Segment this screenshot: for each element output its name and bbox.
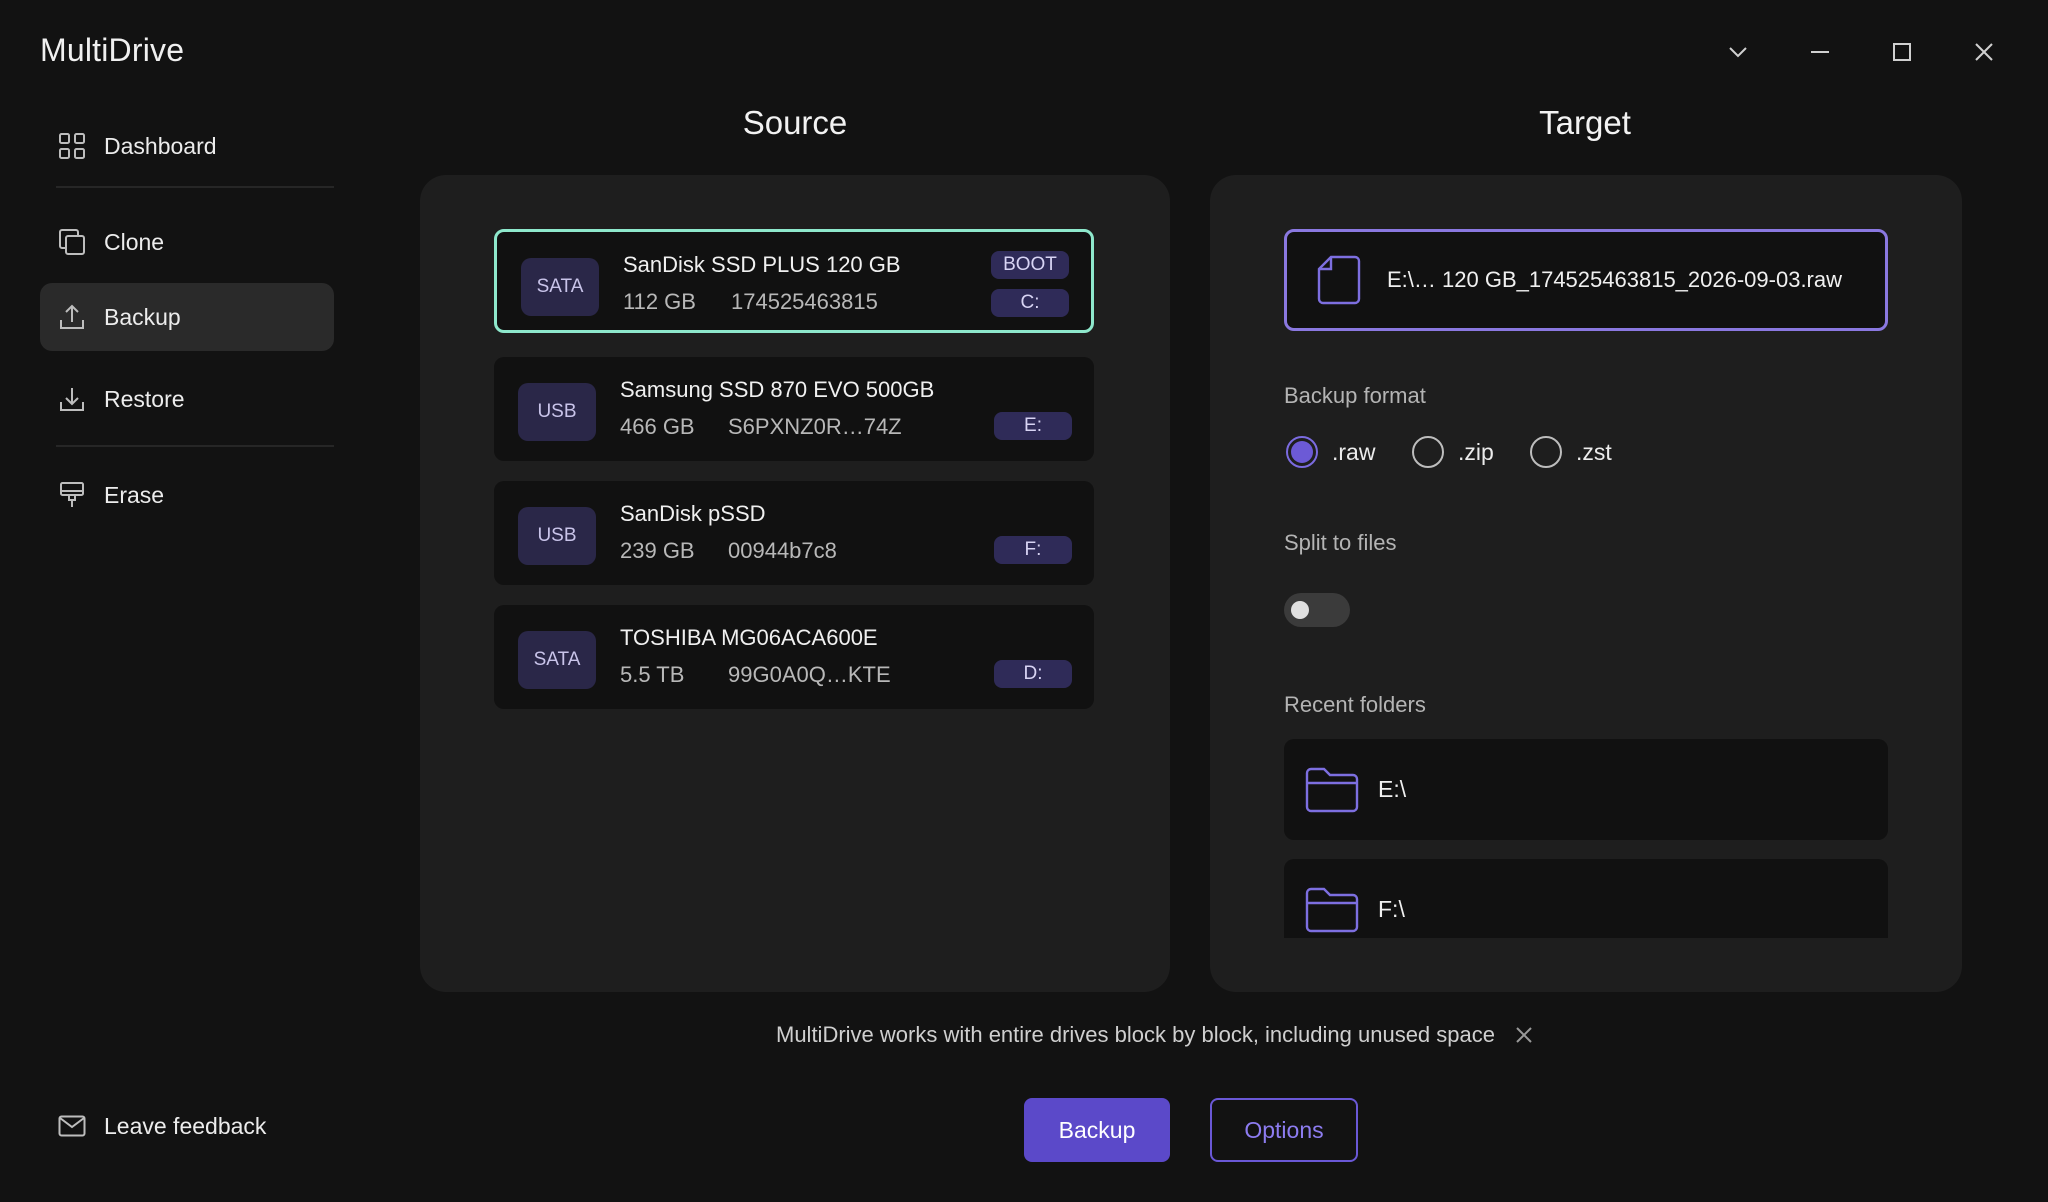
drive-size: 239 GB <box>620 538 695 563</box>
info-text: MultiDrive works with entire drives bloc… <box>776 1022 1495 1047</box>
brush-icon <box>56 479 88 511</box>
recent-folder-item[interactable]: F:\ <box>1284 859 1888 938</box>
leave-feedback-label: Leave feedback <box>104 1112 267 1139</box>
drive-size: 466 GB <box>620 414 695 439</box>
bus-badge: SATA <box>518 631 596 689</box>
drive-card[interactable]: USB Samsung SSD 870 EVO 500GB 466 GB S6P… <box>494 357 1094 461</box>
chevron-down-icon[interactable] <box>1708 28 1768 76</box>
boot-badge: BOOT <box>991 251 1069 279</box>
recent-folder-path: F:\ <box>1378 896 1405 922</box>
target-file-path: E:\… 120 GB_174525463815_2026-09-03.raw <box>1387 267 1843 292</box>
clone-icon <box>56 226 88 258</box>
sidebar-item-label: Dashboard <box>104 132 217 159</box>
drive-name: TOSHIBA MG06ACA600E <box>620 625 878 650</box>
drive-letter-badge: F: <box>994 536 1072 564</box>
target-file-picker[interactable]: E:\… 120 GB_174525463815_2026-09-03.raw <box>1284 229 1888 331</box>
drive-serial: S6PXNZ0R…74Z <box>728 414 902 439</box>
format-radio-label: .raw <box>1332 438 1376 465</box>
radio-indicator <box>1286 436 1318 468</box>
download-icon <box>56 383 88 415</box>
sidebar-divider <box>56 186 334 188</box>
drive-card-selected[interactable]: SATA SanDisk SSD PLUS 120 GB 112 GB 1745… <box>494 229 1094 333</box>
upload-icon <box>56 301 88 333</box>
drive-letter-badge: C: <box>991 289 1069 317</box>
maximize-icon[interactable] <box>1872 28 1932 76</box>
drive-serial: 99G0A0Q…KTE <box>728 662 891 687</box>
info-banner: MultiDrive works with entire drives bloc… <box>776 1022 1535 1048</box>
format-radio-zip[interactable]: .zip <box>1412 436 1494 468</box>
drive-name: SanDisk pSSD <box>620 501 766 526</box>
drive-size: 112 GB <box>623 289 696 314</box>
format-radio-label: .zip <box>1458 438 1494 465</box>
source-title: Source <box>742 104 848 141</box>
drive-name: Samsung SSD 870 EVO 500GB <box>620 377 935 402</box>
sidebar-divider <box>56 445 334 447</box>
bus-badge: USB <box>518 383 596 441</box>
dismiss-info-icon[interactable] <box>1513 1024 1535 1046</box>
radio-indicator <box>1530 436 1562 468</box>
minimize-icon[interactable] <box>1790 28 1850 76</box>
backup-format-label: Backup format <box>1284 383 1426 408</box>
sidebar-item-label: Backup <box>104 303 181 330</box>
recent-folders-list[interactable]: E:\ F:\ <box>1284 739 1888 938</box>
bus-badge: SATA <box>521 258 599 316</box>
drive-name: SanDisk SSD PLUS 120 GB <box>623 252 901 277</box>
drive-letter-badge: E: <box>994 412 1072 440</box>
folder-icon <box>1302 762 1362 818</box>
drive-serial: 00944b7c8 <box>728 538 837 563</box>
sidebar-item-label: Restore <box>104 385 185 412</box>
sidebar-item-restore[interactable]: Restore <box>40 365 334 433</box>
format-radio-raw[interactable]: .raw <box>1286 436 1375 468</box>
recent-folders-label: Recent folders <box>1284 692 1426 717</box>
sidebar-item-erase[interactable]: Erase <box>40 461 334 529</box>
options-button[interactable]: Options <box>1210 1098 1358 1162</box>
drive-serial: 174525463815 <box>731 289 878 314</box>
sidebar-item-label: Clone <box>104 228 165 255</box>
drive-card[interactable]: USB SanDisk pSSD 239 GB 00944b7c8 F: <box>494 481 1094 585</box>
sidebar-item-backup[interactable]: Backup <box>40 283 334 351</box>
target-title: Target <box>1539 104 1631 141</box>
app-title: MultiDrive <box>40 32 185 68</box>
file-icon <box>1313 252 1365 308</box>
bus-badge: USB <box>518 507 596 565</box>
mail-icon <box>56 1110 88 1142</box>
format-radio-zst[interactable]: .zst <box>1530 436 1612 468</box>
format-radio-label: .zst <box>1576 438 1612 465</box>
close-icon[interactable] <box>1954 28 2014 76</box>
sidebar-item-clone[interactable]: Clone <box>40 208 334 276</box>
drive-letter-badge: D: <box>994 660 1072 688</box>
sidebar-item-label: Erase <box>104 481 165 508</box>
dashboard-grid-icon <box>56 130 88 162</box>
sidebar-item-dashboard[interactable]: Dashboard <box>40 112 334 180</box>
radio-indicator <box>1412 436 1444 468</box>
toggle-knob <box>1291 601 1309 619</box>
drive-size: 5.5 TB <box>620 662 685 687</box>
recent-folder-item[interactable]: E:\ <box>1284 739 1888 840</box>
backup-button[interactable]: Backup <box>1024 1098 1170 1162</box>
leave-feedback-link[interactable]: Leave feedback <box>56 1110 266 1142</box>
split-to-files-toggle[interactable] <box>1284 593 1350 627</box>
recent-folder-path: E:\ <box>1378 776 1407 802</box>
drive-card[interactable]: SATA TOSHIBA MG06ACA600E 5.5 TB 99G0A0Q…… <box>494 605 1094 709</box>
window-controls <box>1708 28 2048 76</box>
folder-icon <box>1302 882 1362 938</box>
split-to-files-label: Split to files <box>1284 530 1397 555</box>
